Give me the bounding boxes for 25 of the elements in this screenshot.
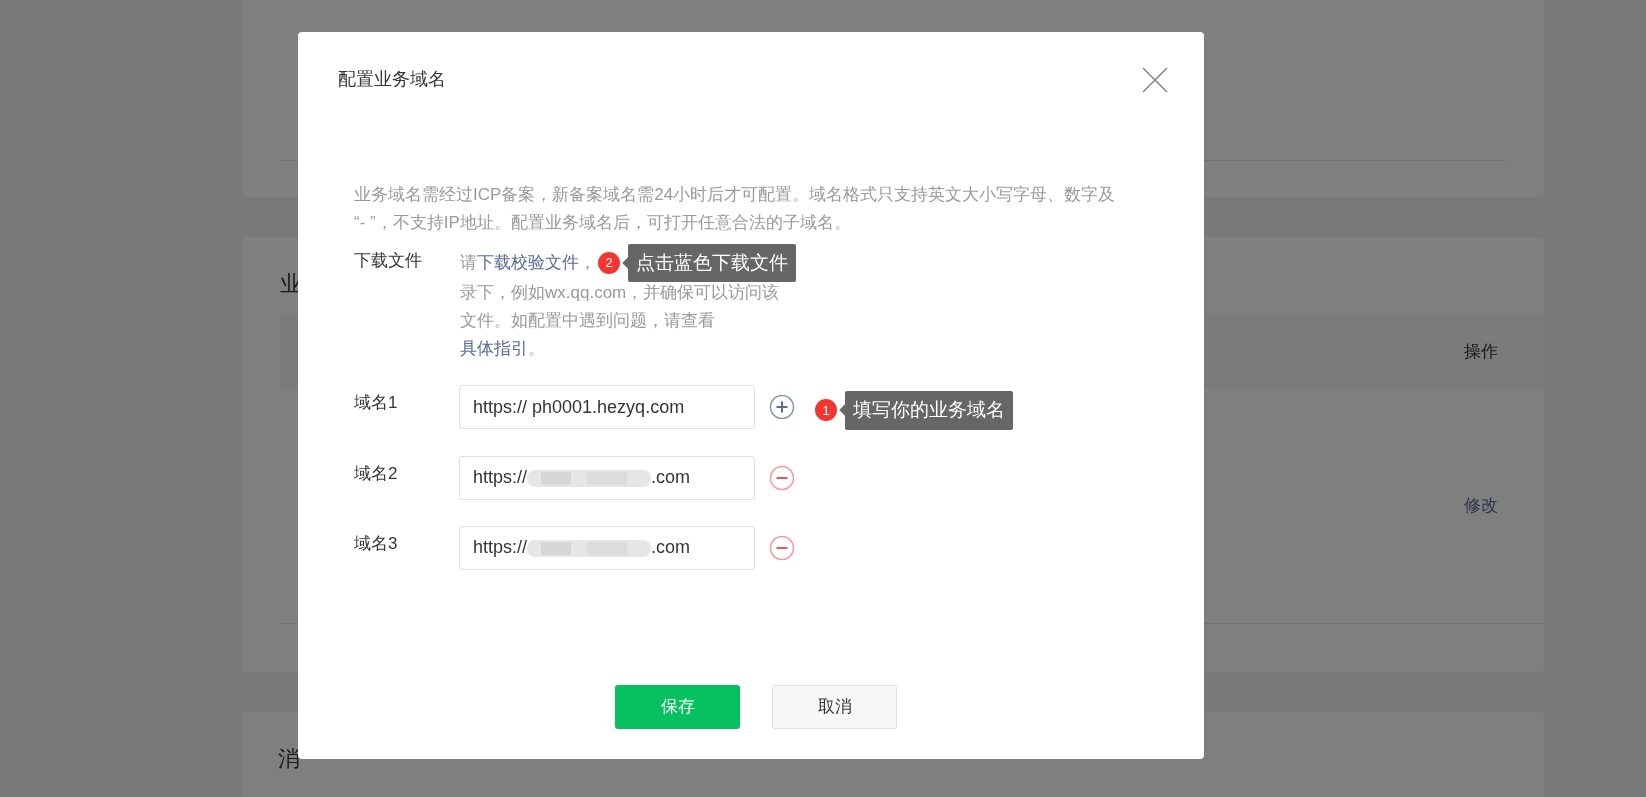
field-label: 下载文件 xyxy=(354,250,423,272)
domain-field[interactable]: https:// .com xyxy=(459,455,755,500)
remove-circle-icon[interactable] xyxy=(769,464,795,491)
domain-field[interactable]: https:// ph0001.hezyq.com xyxy=(459,385,755,429)
instruction-text: 录下，例如wx.qq.com，并确保可以访问该文件。如配置中遇到问题，请查看 具体指引。 xyxy=(460,282,781,360)
instruction-text: 请下载校验文件， xyxy=(460,252,596,275)
intro-text: 业务域名需经过ICP备案，新备案域名需24小时后才可配置。域名格式只支持英文大小写字母、数字及 xyxy=(354,184,1116,206)
step-badge: 2 xyxy=(598,252,620,274)
section-heading: 消 xyxy=(278,746,300,771)
column-header: 操作 xyxy=(1464,340,1498,363)
field-label: 域名2 xyxy=(354,462,399,485)
field-label: 域名1 xyxy=(354,392,399,414)
dialog-title: 配置业务域名 xyxy=(338,68,446,91)
step-badge: 1 xyxy=(815,399,837,422)
hint-tooltip: 点击蓝色下载文件 xyxy=(624,243,796,283)
download-link[interactable]: 下载校验文件 xyxy=(477,253,579,273)
remove-circle-icon[interactable] xyxy=(769,534,795,561)
field-label: 域名3 xyxy=(354,532,399,555)
guide-link[interactable]: 具体指引 xyxy=(460,339,528,358)
add-circle-icon[interactable] xyxy=(769,394,795,420)
close-icon[interactable] xyxy=(1142,66,1168,93)
hint-tooltip: 填写你的业务域名 xyxy=(841,391,1013,430)
domain-field[interactable]: https:// .com xyxy=(459,525,755,570)
intro-text: “- ”，不支持IP地址。配置业务域名后，可打开任意合法的子域名。 xyxy=(354,212,851,234)
cancel-button[interactable]: 取消 xyxy=(772,685,897,729)
